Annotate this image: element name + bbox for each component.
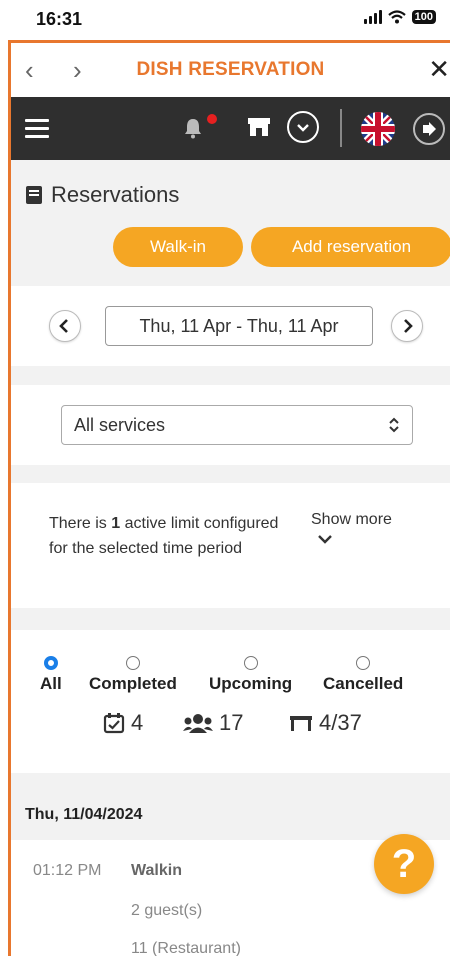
date-range-field[interactable]: Thu, 11 Apr - Thu, 11 Apr bbox=[105, 306, 373, 346]
radio-icon bbox=[125, 656, 140, 670]
page-heading: Reservations bbox=[25, 182, 179, 208]
services-card: All services bbox=[11, 385, 450, 465]
close-icon[interactable]: ✕ bbox=[428, 54, 450, 85]
radio-icon bbox=[243, 656, 258, 670]
filter-completed[interactable]: Completed bbox=[89, 656, 177, 694]
store-icon[interactable] bbox=[247, 117, 271, 137]
next-date-button[interactable] bbox=[391, 310, 423, 342]
logout-icon[interactable] bbox=[413, 113, 445, 145]
status-icons: 100 bbox=[363, 10, 436, 24]
filter-upcoming[interactable]: Upcoming bbox=[209, 656, 292, 694]
users-icon bbox=[183, 714, 213, 733]
show-more-label: Show more bbox=[311, 511, 392, 528]
calendar-check-icon bbox=[103, 713, 125, 734]
app-frame: ‹ › DISH RESERVATION ✕ Reservations Walk… bbox=[8, 40, 450, 956]
radio-selected-icon bbox=[43, 656, 58, 670]
limits-card: There is 1 active limit configured for t… bbox=[11, 483, 450, 608]
show-more-link[interactable]: Show more bbox=[311, 511, 392, 550]
chevron-left-icon bbox=[59, 319, 68, 333]
reservation-time: 01:12 PM bbox=[33, 862, 102, 879]
previous-date-button[interactable] bbox=[49, 310, 81, 342]
services-select-value: All services bbox=[74, 415, 166, 435]
chevron-right-icon bbox=[404, 319, 413, 333]
book-icon bbox=[26, 186, 42, 204]
status-bar: 16:31 100 bbox=[0, 0, 450, 40]
app-title: DISH RESERVATION bbox=[136, 59, 325, 80]
filter-all[interactable]: All bbox=[40, 656, 62, 694]
active-limit-text: There is 1 active limit configured for t… bbox=[49, 515, 279, 557]
app-toolbar bbox=[11, 97, 450, 160]
notification-dot bbox=[207, 114, 217, 124]
store-dropdown-icon[interactable] bbox=[287, 111, 319, 143]
table-icon bbox=[290, 716, 312, 731]
updown-chevron-icon bbox=[389, 417, 399, 433]
battery-icon: 100 bbox=[411, 10, 436, 24]
date-picker-card: Thu, 11 Apr - Thu, 11 Apr bbox=[11, 286, 450, 366]
menu-icon[interactable] bbox=[25, 119, 49, 143]
services-select[interactable]: All services bbox=[61, 405, 413, 445]
page-title: Reservations bbox=[51, 182, 180, 207]
reservation-count: 4 bbox=[103, 710, 143, 736]
walkin-button[interactable]: Walk-in bbox=[113, 227, 243, 267]
signal-icon bbox=[363, 10, 382, 24]
add-reservation-button[interactable]: Add reservation bbox=[251, 227, 450, 267]
filter-label: Completed bbox=[89, 674, 177, 693]
filter-label: Upcoming bbox=[209, 674, 293, 693]
filter-label: All bbox=[40, 674, 62, 693]
status-time: 16:31 bbox=[36, 9, 83, 29]
bell-icon[interactable] bbox=[183, 117, 203, 139]
toolbar-divider bbox=[340, 109, 342, 147]
active-limit-count: 1 bbox=[111, 515, 121, 532]
chevron-down-icon bbox=[318, 535, 332, 544]
reservation-table: 11 (Restaurant) bbox=[131, 940, 241, 956]
status-filter-card: All Completed Upcoming Cancelled 4 17 4/… bbox=[11, 630, 450, 773]
wifi-icon bbox=[387, 10, 406, 24]
filter-label: Cancelled bbox=[323, 674, 404, 693]
browser-nav: ‹ › DISH RESERVATION ✕ bbox=[11, 43, 450, 97]
reservation-guests: 2 guest(s) bbox=[131, 902, 203, 919]
reservation-name: Walkin bbox=[131, 862, 182, 879]
guest-count: 17 bbox=[183, 710, 243, 736]
table-count: 4/37 bbox=[289, 710, 362, 736]
day-header: Thu, 11/04/2024 bbox=[25, 806, 143, 823]
help-button[interactable]: ? bbox=[374, 834, 434, 894]
filter-cancelled[interactable]: Cancelled bbox=[323, 656, 403, 694]
uk-flag-icon[interactable] bbox=[361, 112, 395, 146]
radio-icon bbox=[356, 656, 371, 670]
